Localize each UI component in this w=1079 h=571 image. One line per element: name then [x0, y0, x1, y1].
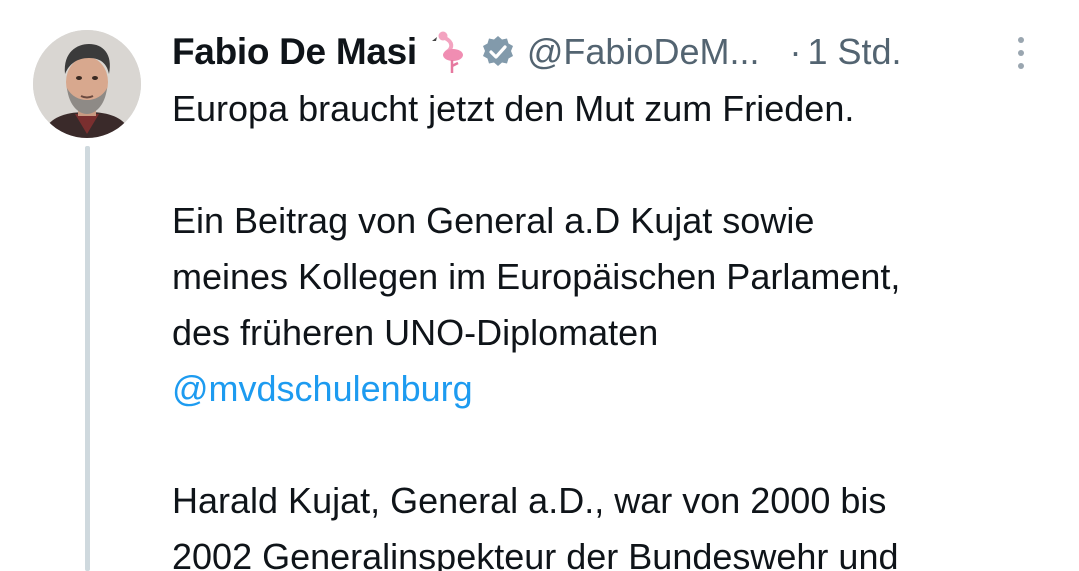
tweet-line: Harald Kujat, General a.D., war von 2000…	[172, 480, 887, 521]
tweet-line: 2002 Generalinspekteur der Bundeswehr un…	[172, 536, 899, 571]
thread-line	[85, 146, 90, 571]
tweet-header: Fabio De Masi @FabioDeM... · 1 Std.	[172, 26, 1059, 78]
tweet-text: Europa braucht jetzt den Mut zum Frieden…	[172, 81, 1062, 571]
separator-dot: ·	[789, 31, 802, 72]
flamingo-emoji-icon	[431, 31, 463, 73]
mention-link[interactable]: @mvdschulenburg	[172, 368, 473, 409]
tweet-line: meines Kollegen im Europäischen Parlamen…	[172, 256, 901, 297]
author-name[interactable]: Fabio De Masi	[172, 31, 417, 73]
verified-badge-icon[interactable]	[481, 35, 515, 69]
more-options-icon[interactable]	[1015, 34, 1027, 72]
tweet-line: Europa braucht jetzt den Mut zum Frieden…	[172, 88, 855, 129]
tweet-line: Ein Beitrag von General a.D Kujat sowie	[172, 200, 815, 241]
timestamp[interactable]: 1 Std.	[808, 31, 902, 73]
avatar[interactable]	[33, 30, 141, 138]
profile-photo-icon	[33, 30, 141, 138]
author-handle[interactable]: @FabioDeM...	[527, 31, 760, 73]
tweet-line: des früheren UNO-Diplomaten	[172, 312, 659, 353]
